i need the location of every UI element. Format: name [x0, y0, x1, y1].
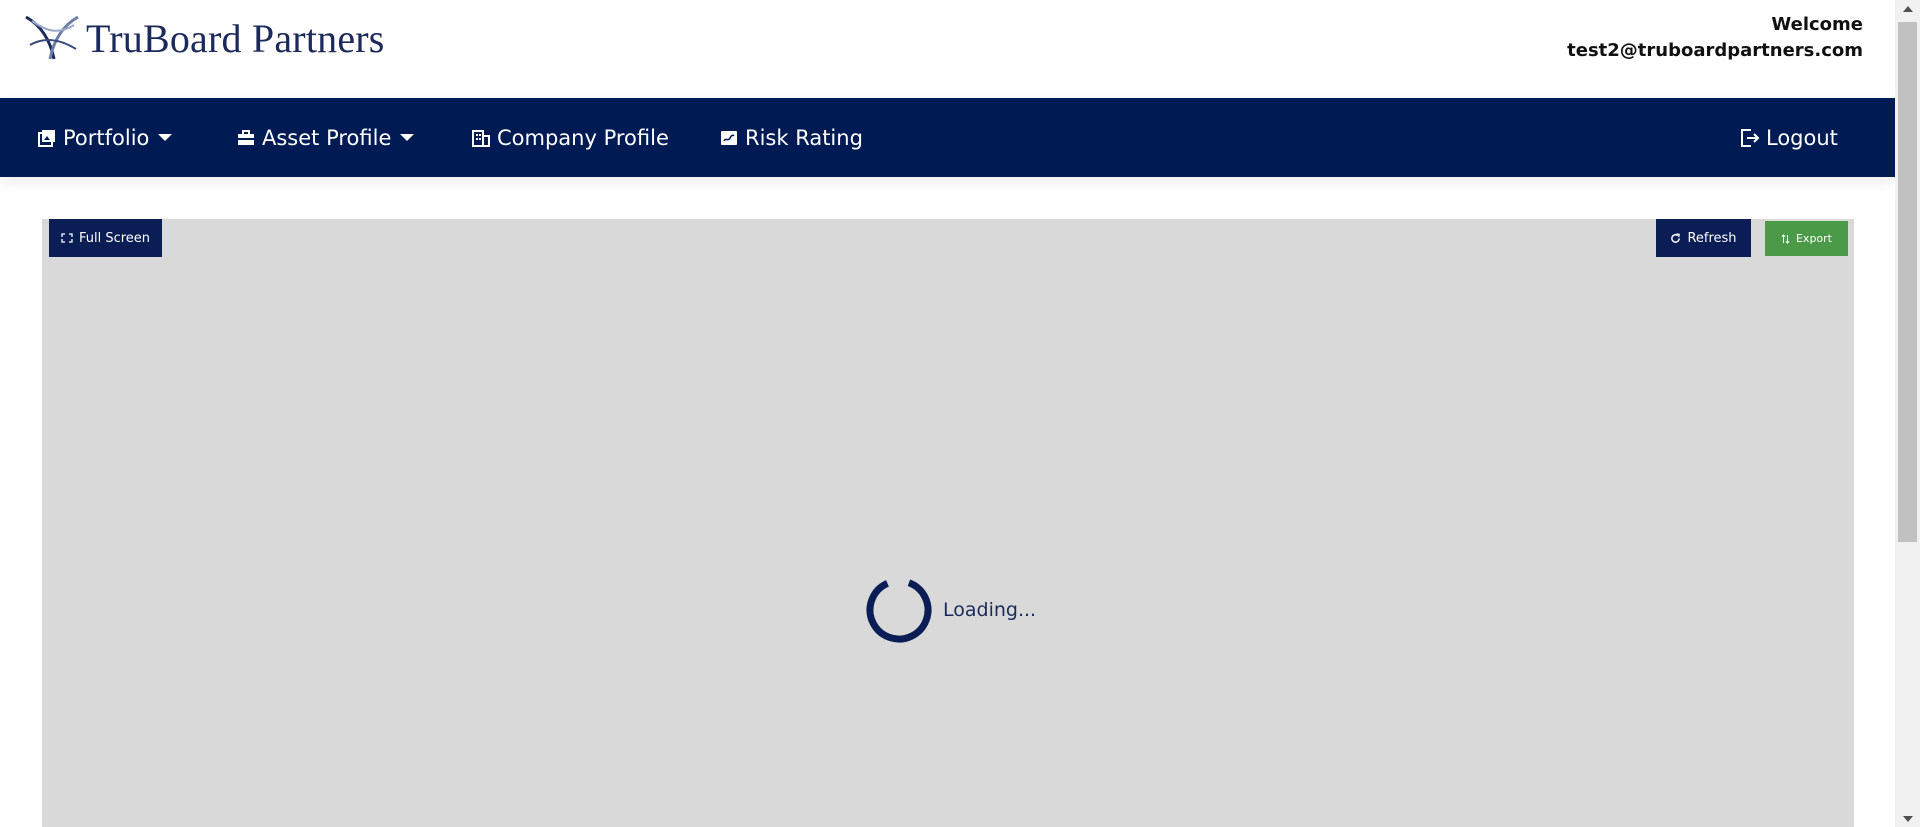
export-button[interactable]: Export [1765, 221, 1848, 256]
logout-icon [1740, 128, 1760, 148]
nav-item-portfolio[interactable]: Portfolio [37, 98, 173, 177]
nav-item-label: Asset Profile [262, 125, 392, 150]
welcome-label: Welcome [1771, 14, 1863, 35]
sort-arrows-icon [1781, 233, 1790, 244]
briefcase-icon [236, 128, 256, 148]
page-scrollbar[interactable] [1895, 0, 1920, 827]
chevron-down-icon [400, 134, 415, 141]
welcome-block: Welcome test2@truboardpartners.com [1567, 12, 1863, 64]
export-label: Export [1795, 232, 1832, 245]
report-panel: Full Screen Refresh Export Loading... [42, 219, 1854, 827]
brand-logo[interactable]: TruBoard Partners [24, 12, 385, 64]
nav-item-label: Risk Rating [745, 125, 863, 150]
refresh-label: Refresh [1687, 230, 1737, 246]
logout-label: Logout [1766, 125, 1838, 150]
scroll-down-arrow-icon[interactable] [1895, 810, 1920, 827]
page: TruBoard Partners Welcome test2@truboard… [0, 0, 1920, 827]
loading-text: Loading... [943, 599, 1037, 621]
brand-name: TruBoard Partners [86, 15, 385, 61]
spinner-icon [866, 577, 932, 643]
chevron-down-icon [158, 134, 173, 141]
main-navbar: Portfolio Asset Profile Company Profile … [0, 98, 1895, 177]
full-screen-label: Full Screen [78, 230, 151, 246]
refresh-icon [1670, 232, 1681, 244]
signature-icon [719, 128, 739, 148]
refresh-button[interactable]: Refresh [1656, 219, 1751, 257]
nav-item-risk-rating[interactable]: Risk Rating [719, 98, 863, 177]
nav-item-asset-profile[interactable]: Asset Profile [236, 98, 415, 177]
expand-icon [61, 233, 73, 243]
nav-item-label: Portfolio [63, 125, 150, 150]
nav-item-label: Company Profile [497, 125, 669, 150]
scrollbar-thumb[interactable] [1898, 22, 1917, 542]
user-email: test2@truboardpartners.com [1567, 40, 1863, 61]
logout-button[interactable]: Logout [1740, 98, 1838, 177]
full-screen-button[interactable]: Full Screen [49, 219, 162, 257]
nav-item-company-profile[interactable]: Company Profile [471, 98, 669, 177]
building-icon [471, 128, 491, 148]
header: TruBoard Partners Welcome test2@truboard… [0, 0, 1895, 98]
scroll-up-arrow-icon[interactable] [1895, 0, 1920, 17]
logo-mark-icon [25, 15, 79, 60]
images-icon [37, 128, 57, 148]
loading-indicator: Loading... [865, 576, 1036, 644]
